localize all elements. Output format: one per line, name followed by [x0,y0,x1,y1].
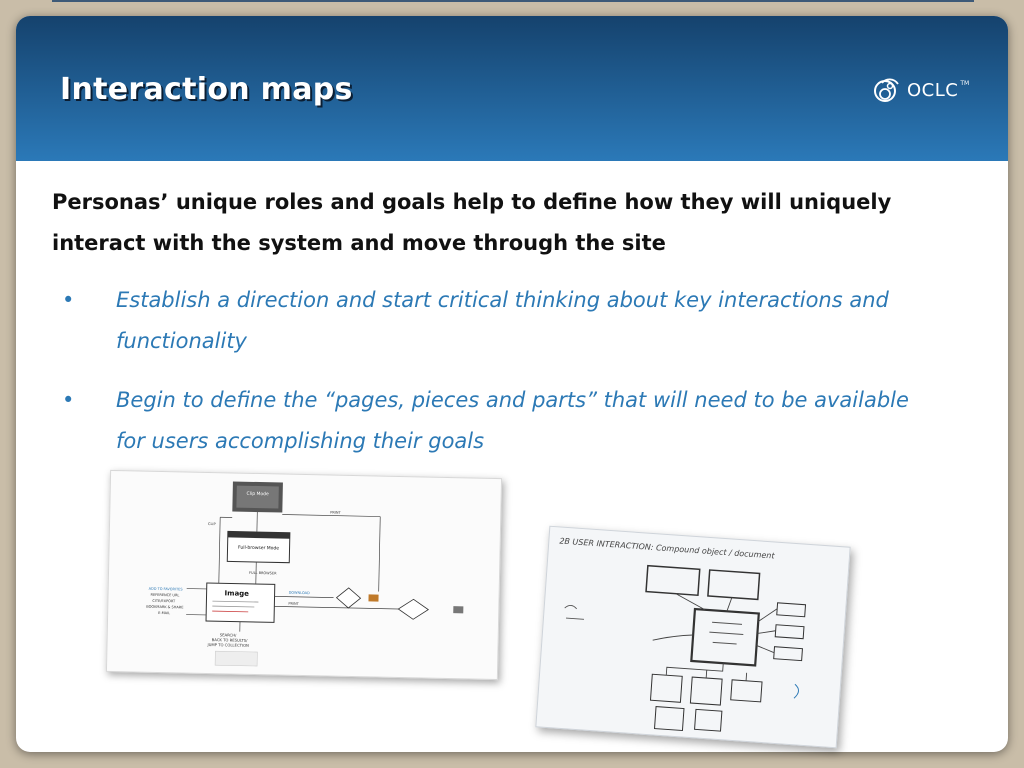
left-item-email: E-MAIL [158,611,170,615]
bullet-text: Establish a direction and start critical… [116,288,889,353]
intro-paragraph: Personas’ unique roles and goals help to… [52,190,892,255]
bullet-list: • Establish a direction and start critic… [52,280,932,480]
left-item-reference-url: REFERENCE URL [151,593,180,598]
interaction-map-image: Clip Mode Full-browser Mode Image CLIP P… [105,469,503,681]
bullet-text: Begin to define the “pages, pieces and p… [116,388,909,453]
left-item-favorites: ADD TO FAVORITES [149,587,184,592]
jump-to-collection-label: JUMP TO COLLECTION [206,642,249,648]
clip-mode-label: Clip Mode [247,491,270,497]
left-item-cite-export: CITE/EXPORT [152,599,176,603]
oclc-logo-icon [874,78,899,102]
oclc-logo: OCLC TM [872,74,982,106]
bullet-marker: • [62,388,75,412]
interaction-map-diagram: Clip Mode Full-browser Mode Image CLIP P… [146,481,464,667]
slide-header: Interaction maps OCLC TM [16,16,1008,161]
slide-title: Interaction maps [60,72,353,107]
print-link-label: PRINT [330,511,341,515]
bullet-item-pages: • Begin to define the “pages, pieces and… [52,380,932,462]
sketch-image: 2B USER INTERACTION: Compound object / d… [535,525,851,749]
download-link-label: DOWNLOAD [289,591,311,595]
full-browser-mode-label: Full-browser Mode [238,545,279,552]
oclc-logo-text: OCLC [907,79,959,101]
image-box-label: Image [225,589,250,598]
interaction-sketch-drawing: 2B USER INTERACTION: Compound object / d… [559,536,807,732]
print-link-label-2: PRINT [288,602,299,606]
trademark-mark: TM [960,80,970,87]
top-rule [52,0,974,2]
clip-link-label: CLIP [208,522,216,526]
left-item-bookmark: BOOKMARK & SHARE [146,605,183,610]
full-browser-link-label: FULL BROWSER [249,571,277,576]
bullet-marker: • [62,288,75,312]
sketch-heading: 2B USER INTERACTION: Compound object / d… [559,536,776,560]
bullet-item-direction: • Establish a direction and start critic… [52,280,932,362]
